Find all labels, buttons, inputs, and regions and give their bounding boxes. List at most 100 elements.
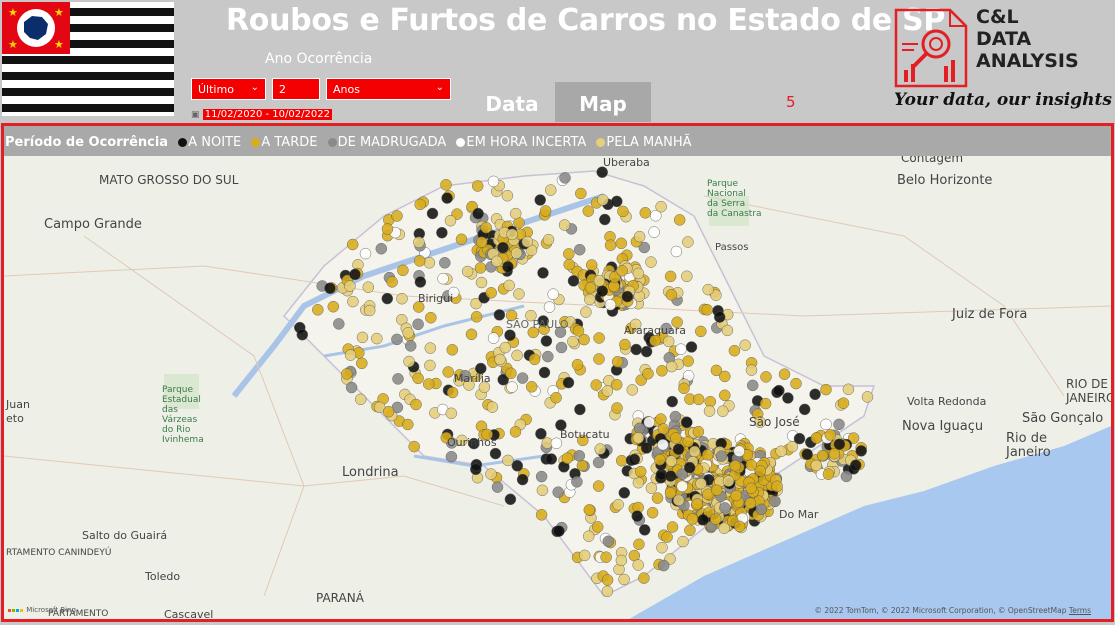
occurrence-point[interactable] — [782, 392, 794, 404]
occurrence-point[interactable] — [701, 449, 714, 461]
occurrence-point[interactable] — [424, 359, 436, 372]
occurrence-point[interactable] — [574, 403, 586, 416]
occurrence-point[interactable] — [509, 426, 522, 438]
occurrence-point[interactable] — [593, 275, 606, 287]
occurrence-point[interactable] — [535, 509, 548, 521]
occurrence-point[interactable] — [444, 214, 457, 227]
occurrence-point[interactable] — [475, 276, 488, 289]
occurrence-point[interactable] — [470, 311, 483, 323]
occurrence-point[interactable] — [615, 454, 628, 467]
occurrence-point[interactable] — [820, 418, 832, 431]
occurrence-point[interactable] — [436, 226, 448, 239]
occurrence-point[interactable] — [760, 371, 772, 383]
occurrence-point[interactable] — [648, 226, 660, 238]
occurrence-point[interactable] — [375, 242, 388, 255]
occurrence-point[interactable] — [617, 205, 629, 218]
occurrence-point[interactable] — [840, 470, 853, 483]
occurrence-point[interactable] — [547, 288, 559, 300]
occurrence-point[interactable] — [347, 295, 359, 308]
occurrence-point[interactable] — [439, 257, 451, 269]
occurrence-point[interactable] — [611, 356, 624, 368]
occurrence-point[interactable] — [545, 453, 558, 465]
occurrence-point[interactable] — [618, 487, 631, 499]
occurrence-point[interactable] — [559, 172, 571, 184]
occurrence-point[interactable] — [440, 179, 452, 191]
occurrence-point[interactable] — [771, 480, 783, 493]
occurrence-point[interactable] — [810, 459, 823, 472]
occurrence-point[interactable] — [504, 493, 517, 506]
occurrence-point[interactable] — [775, 445, 787, 458]
legend-item-tarde[interactable]: A TARDE — [261, 135, 317, 150]
occurrence-point[interactable] — [664, 470, 677, 482]
occurrence-point[interactable] — [682, 355, 694, 367]
occurrence-point[interactable] — [672, 494, 685, 507]
tab-map[interactable]: Map — [555, 82, 651, 122]
occurrence-point[interactable] — [628, 453, 641, 466]
occurrence-point[interactable] — [593, 353, 605, 365]
occurrence-point[interactable] — [381, 292, 394, 305]
occurrence-point[interactable] — [604, 239, 617, 251]
occurrence-point[interactable] — [359, 247, 372, 260]
occurrence-point[interactable] — [582, 530, 595, 542]
occurrence-point[interactable] — [542, 350, 554, 363]
occurrence-point[interactable] — [382, 405, 395, 418]
occurrence-point[interactable] — [733, 520, 746, 533]
occurrence-point[interactable] — [596, 285, 609, 297]
occurrence-point[interactable] — [345, 381, 358, 394]
occurrence-point[interactable] — [542, 233, 555, 246]
occurrence-point[interactable] — [422, 378, 435, 390]
occurrence-point[interactable] — [661, 531, 673, 543]
legend-item-madrugada[interactable]: DE MADRUGADA — [338, 135, 447, 150]
occurrence-point[interactable] — [535, 470, 548, 483]
occurrence-point[interactable] — [404, 340, 417, 352]
occurrence-point[interactable] — [341, 368, 353, 380]
occurrence-point[interactable] — [793, 432, 806, 445]
occurrence-point[interactable] — [485, 287, 497, 299]
occurrence-point[interactable] — [472, 207, 484, 220]
occurrence-point[interactable] — [528, 353, 541, 366]
occurrence-point[interactable] — [655, 200, 667, 213]
occurrence-point[interactable] — [849, 459, 862, 472]
base-map[interactable]: MATO GROSSO DO SUL Campo Grande Uberaba … — [4, 156, 1111, 622]
occurrence-point[interactable] — [423, 257, 436, 269]
occurrence-point[interactable] — [503, 279, 515, 292]
occurrence-point[interactable] — [730, 489, 742, 502]
occurrence-point[interactable] — [344, 280, 356, 292]
occurrence-point[interactable] — [441, 192, 453, 204]
occurrence-point[interactable] — [703, 405, 716, 417]
occurrence-point[interactable] — [855, 445, 867, 457]
filter-value-input[interactable]: 2 — [272, 78, 320, 100]
occurrence-point[interactable] — [665, 455, 678, 467]
occurrence-point[interactable] — [539, 205, 552, 217]
occurrence-point[interactable] — [437, 272, 449, 285]
occurrence-point[interactable] — [710, 484, 723, 496]
occurrence-point[interactable] — [828, 447, 841, 460]
occurrence-point[interactable] — [424, 342, 437, 354]
occurrence-point[interactable] — [642, 367, 654, 380]
occurrence-point[interactable] — [493, 309, 506, 321]
occurrence-point[interactable] — [563, 248, 575, 260]
occurrence-point[interactable] — [619, 338, 631, 351]
occurrence-point[interactable] — [412, 372, 424, 385]
occurrence-point[interactable] — [537, 267, 549, 279]
occurrence-point[interactable] — [861, 391, 874, 403]
tab-data[interactable]: Data — [470, 82, 554, 122]
occurrence-point[interactable] — [491, 481, 504, 493]
occurrence-point[interactable] — [778, 368, 791, 380]
occurrence-point[interactable] — [833, 418, 845, 431]
occurrence-point[interactable] — [643, 416, 655, 428]
occurrence-point[interactable] — [327, 300, 340, 313]
occurrence-point[interactable] — [392, 373, 404, 385]
occurrence-point[interactable] — [833, 438, 846, 450]
occurrence-point[interactable] — [354, 393, 367, 406]
occurrence-point[interactable] — [445, 450, 458, 463]
occurrence-point[interactable] — [553, 525, 565, 537]
occurrence-point[interactable] — [701, 304, 713, 316]
occurrence-point[interactable] — [684, 524, 696, 537]
occurrence-point[interactable] — [536, 484, 549, 497]
occurrence-point[interactable] — [501, 189, 514, 202]
occurrence-point[interactable] — [471, 180, 484, 192]
occurrence-point[interactable] — [356, 357, 368, 370]
occurrence-point[interactable] — [639, 207, 652, 219]
terms-link[interactable]: Terms — [1069, 606, 1091, 615]
